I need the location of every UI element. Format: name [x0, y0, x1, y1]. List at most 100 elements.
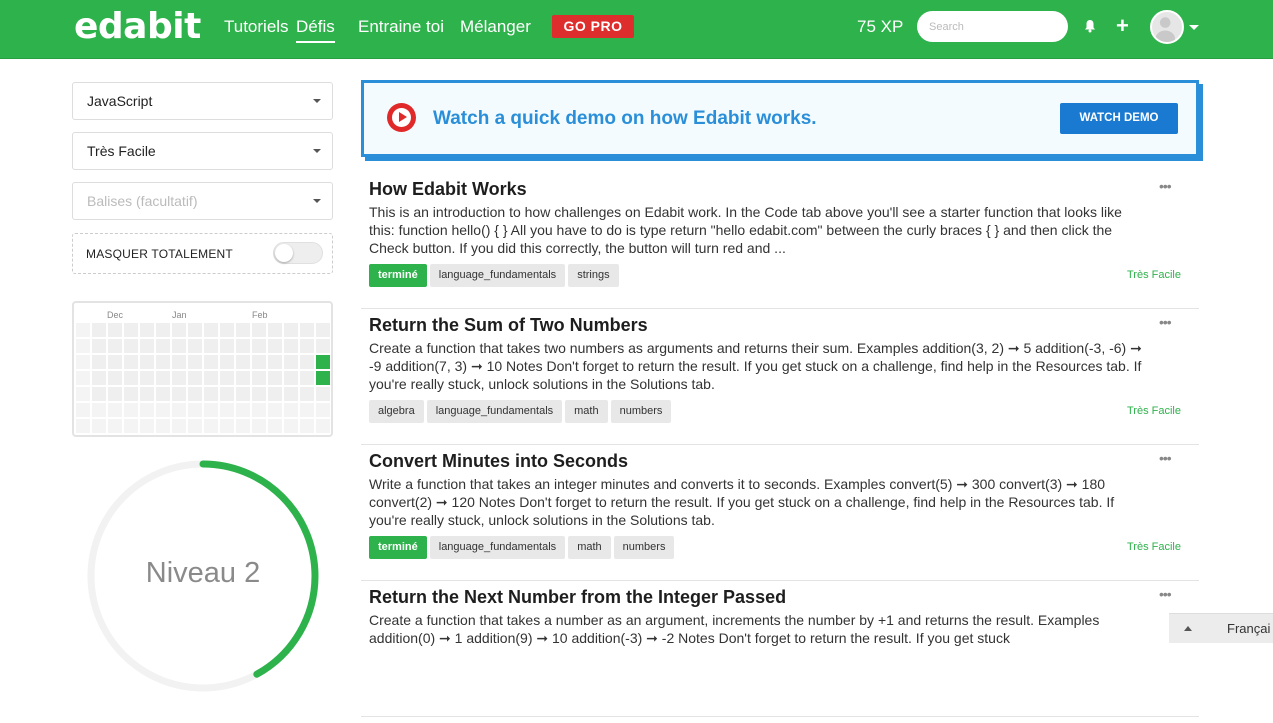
- more-options-icon[interactable]: •••: [1159, 314, 1172, 330]
- tag-chip[interactable]: strings: [568, 264, 619, 287]
- heatmap-cell: [140, 339, 154, 353]
- tags-select[interactable]: Balises (facultatif): [72, 182, 333, 220]
- difficulty-select[interactable]: Très Facile: [72, 132, 333, 170]
- tag-chip[interactable]: math: [565, 400, 608, 423]
- language-switcher[interactable]: Françai: [1169, 613, 1273, 643]
- heatmap-cell: [140, 323, 154, 337]
- heatmap-cell: [268, 339, 282, 353]
- heatmap-cell: [188, 403, 202, 417]
- search-input[interactable]: [917, 11, 1068, 42]
- heatmap-cell: [284, 403, 298, 417]
- nav-defis[interactable]: Défis: [296, 17, 335, 43]
- tag-chip[interactable]: language_fundamentals: [429, 536, 566, 559]
- challenge-card[interactable]: Convert Minutes into Seconds Write a func…: [361, 445, 1199, 581]
- heatmap-cell: [236, 403, 250, 417]
- heatmap-cell: [76, 339, 90, 353]
- heatmap-cell: [316, 355, 330, 369]
- difficulty-select-value: Très Facile: [87, 143, 156, 159]
- user-silhouette-icon: [1155, 17, 1175, 42]
- bell-icon[interactable]: [1083, 19, 1097, 33]
- demo-banner-text: Watch a quick demo on how Edabit works.: [433, 108, 817, 129]
- tag-chip[interactable]: language_fundamentals: [426, 400, 563, 423]
- challenge-title[interactable]: How Edabit Works: [369, 179, 527, 200]
- avatar[interactable]: [1150, 10, 1184, 44]
- heatmap-cell: [156, 355, 170, 369]
- top-navbar: edabit Tutoriels Défis Entraine toi Méla…: [0, 0, 1273, 59]
- heatmap-cell: [252, 339, 266, 353]
- heatmap-cell: [140, 371, 154, 385]
- more-options-icon[interactable]: •••: [1159, 586, 1172, 602]
- heatmap-cell: [140, 387, 154, 401]
- more-options-icon[interactable]: •••: [1159, 450, 1172, 466]
- heatmap-month-label: Feb: [252, 310, 268, 320]
- heatmap-cell: [220, 419, 234, 433]
- heatmap-cell: [204, 323, 218, 337]
- play-icon[interactable]: [387, 103, 416, 132]
- heatmap-cell: [124, 387, 138, 401]
- nav-tutoriels[interactable]: Tutoriels: [224, 17, 289, 37]
- heatmap-cell: [188, 371, 202, 385]
- tag-chip[interactable]: language_fundamentals: [429, 264, 566, 287]
- tag-chip[interactable]: numbers: [613, 536, 675, 559]
- heatmap-cell: [204, 339, 218, 353]
- tag-chip[interactable]: algebra: [369, 400, 424, 423]
- heatmap-cell: [156, 371, 170, 385]
- completed-badge[interactable]: terminé: [369, 536, 427, 559]
- difficulty-label: Très Facile: [1127, 269, 1181, 281]
- hide-completed-toggle[interactable]: [273, 242, 323, 264]
- challenge-title[interactable]: Convert Minutes into Seconds: [369, 451, 628, 472]
- tag-chip[interactable]: math: [568, 536, 611, 559]
- watch-demo-button[interactable]: WATCH DEMO: [1060, 103, 1178, 134]
- heatmap-cell: [156, 419, 170, 433]
- heatmap-cell: [316, 387, 330, 401]
- hide-completed-label: MASQUER TOTALEMENT: [86, 247, 233, 261]
- heatmap-cell: [76, 403, 90, 417]
- heatmap-cell: [220, 323, 234, 337]
- heatmap-cell: [300, 371, 314, 385]
- heatmap-cell: [172, 371, 186, 385]
- challenge-card[interactable]: Return the Next Number from the Integer …: [361, 581, 1199, 717]
- tag-chip[interactable]: numbers: [610, 400, 672, 423]
- heatmap-cell: [268, 387, 282, 401]
- demo-banner: Watch a quick demo on how Edabit works. …: [361, 80, 1199, 157]
- chevron-down-icon[interactable]: [1189, 25, 1199, 30]
- plus-icon[interactable]: +: [1116, 15, 1129, 37]
- heatmap-cell: [252, 419, 266, 433]
- challenge-card[interactable]: Return the Sum of Two Numbers Create a fu…: [361, 309, 1199, 445]
- level-label: Niveau 2: [145, 557, 261, 589]
- completed-badge[interactable]: terminé: [369, 264, 427, 287]
- caret-down-icon: [313, 149, 321, 153]
- nav-melanger[interactable]: Mélanger: [460, 17, 531, 37]
- challenge-title[interactable]: Return the Sum of Two Numbers: [369, 315, 648, 336]
- heatmap-cell: [156, 339, 170, 353]
- heatmap-cell: [140, 355, 154, 369]
- heatmap-cell: [140, 403, 154, 417]
- language-switcher-label: Françai: [1227, 621, 1271, 636]
- heatmap-cell: [108, 323, 122, 337]
- more-options-icon[interactable]: •••: [1159, 178, 1172, 194]
- challenge-card[interactable]: How Edabit Works This is an introduction …: [361, 173, 1199, 309]
- heatmap-cell: [188, 323, 202, 337]
- challenge-title[interactable]: Return the Next Number from the Integer …: [369, 587, 786, 608]
- go-pro-button[interactable]: GO PRO: [552, 15, 634, 38]
- heatmap-cell: [108, 387, 122, 401]
- heatmap-cell: [316, 339, 330, 353]
- toggle-knob: [275, 244, 293, 262]
- heatmap-cell: [204, 403, 218, 417]
- heatmap-cell: [140, 419, 154, 433]
- heatmap-cell: [92, 403, 106, 417]
- nav-entraine-toi[interactable]: Entraine toi: [358, 17, 444, 37]
- heatmap-cell: [220, 387, 234, 401]
- heatmap-cell: [124, 419, 138, 433]
- heatmap-cell: [124, 371, 138, 385]
- heatmap-cell: [76, 419, 90, 433]
- heatmap-cell: [284, 323, 298, 337]
- heatmap-cell: [204, 387, 218, 401]
- heatmap-cell: [156, 387, 170, 401]
- heatmap-cell: [236, 339, 250, 353]
- heatmap-cell: [220, 371, 234, 385]
- difficulty-label: Très Facile: [1127, 541, 1181, 553]
- challenge-tags: terminé language_fundamentals math numbers: [369, 536, 675, 559]
- edabit-logo[interactable]: edabit: [74, 6, 201, 47]
- language-select[interactable]: JavaScript: [72, 82, 333, 120]
